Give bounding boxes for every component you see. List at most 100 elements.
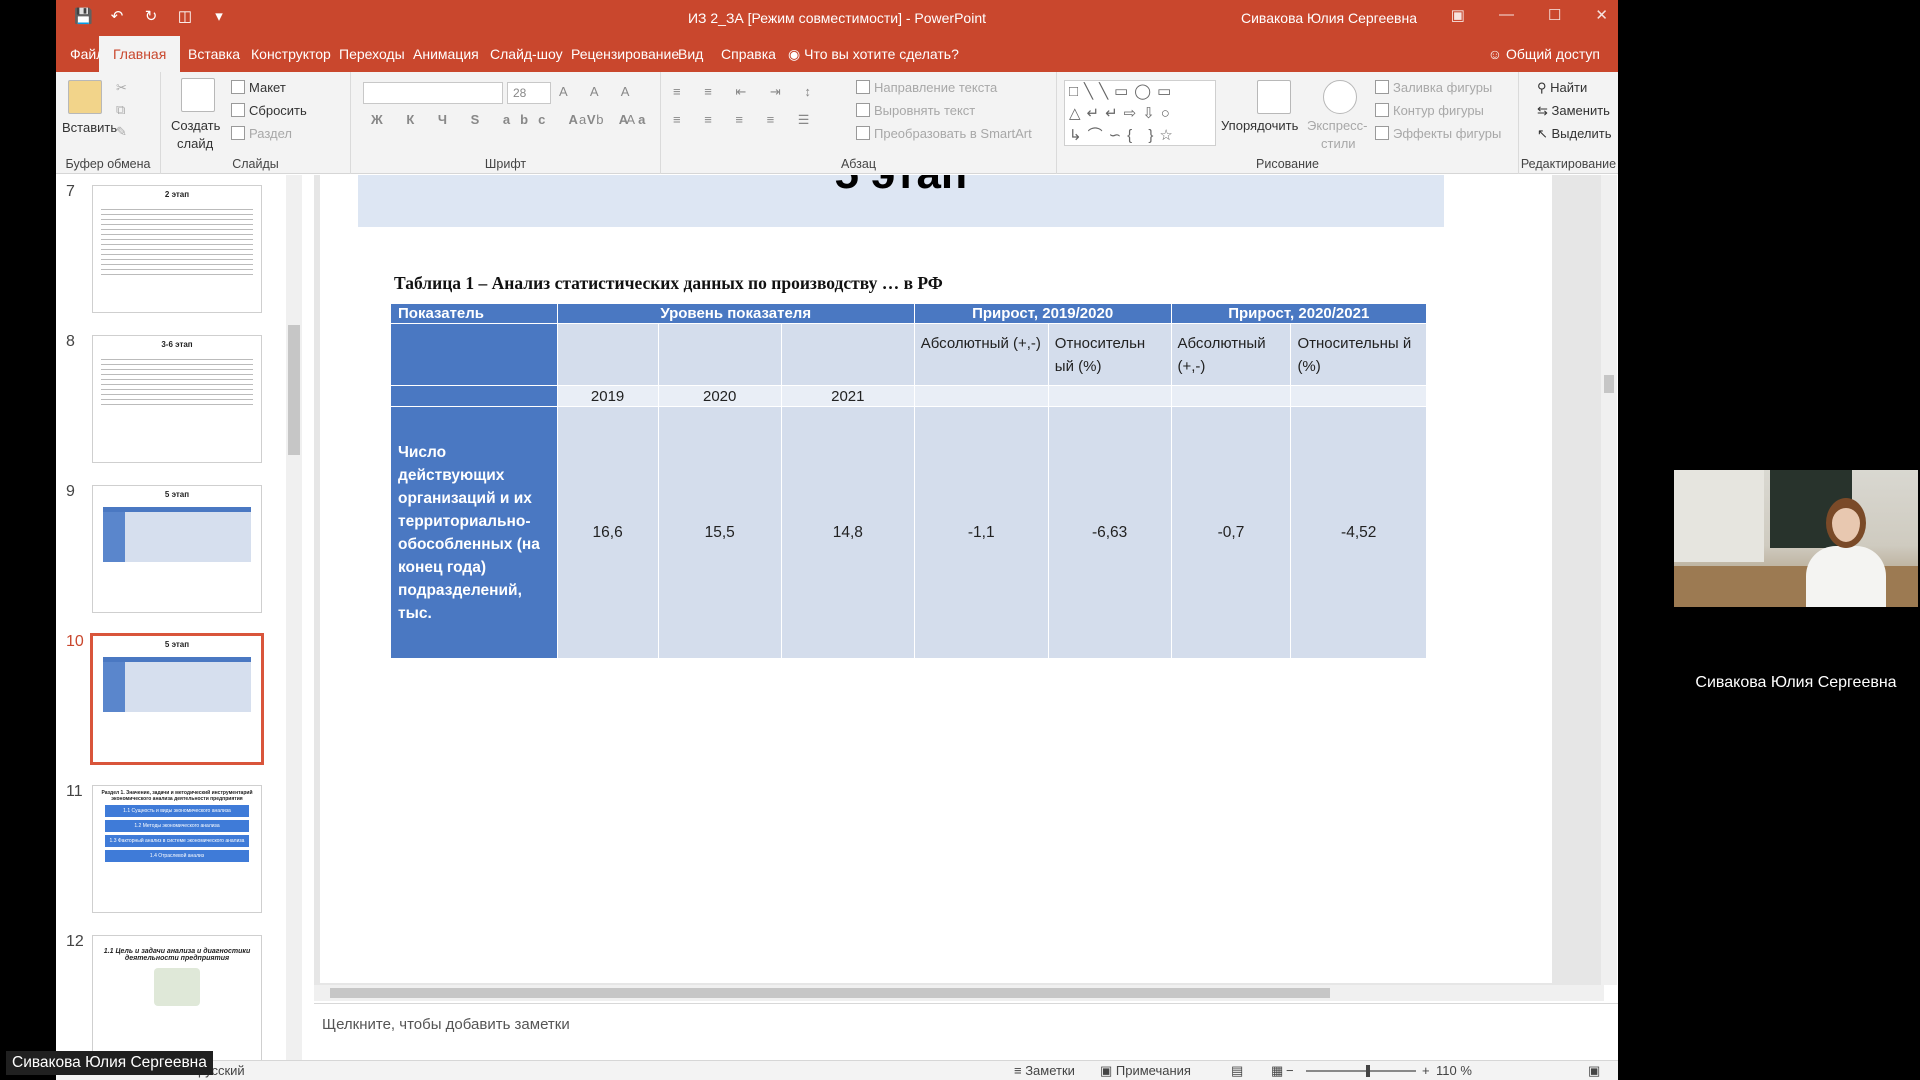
smartart-button[interactable]: Преобразовать в SmartArt <box>856 126 1032 141</box>
row-label[interactable]: Число действующих организаций и их терри… <box>390 406 558 659</box>
tab-home[interactable]: Главная <box>99 36 181 72</box>
zoom-out-icon[interactable]: − <box>1286 1063 1294 1078</box>
value-2021[interactable]: 14,8 <box>780 406 915 659</box>
replace-label: Заменить <box>1551 103 1610 118</box>
subheader-absolute-1[interactable]: Абсолютный (+,-) <box>913 323 1049 386</box>
value-rel-2019-2020[interactable]: -6,63 <box>1047 406 1172 659</box>
thumbnail-preview[interactable]: 2 этап <box>92 185 262 313</box>
quick-styles-line1[interactable]: Экспресс- <box>1307 118 1368 133</box>
header-growth-2020-2021[interactable]: Прирост, 2020/2021 <box>1170 303 1427 324</box>
font-size-input[interactable]: 28 <box>507 82 551 104</box>
header-level[interactable]: Уровень показателя <box>556 303 915 324</box>
list-buttons[interactable]: ≡ ≡ ⇤ ⇥ ↕ <box>673 84 821 100</box>
notes-placeholder[interactable]: Щелкните, чтобы добавить заметки <box>322 1016 570 1033</box>
table-cell[interactable] <box>780 323 915 386</box>
thumbnail-item: 1.3 Факторный анализ в системе экономиче… <box>105 835 249 847</box>
cut-icon[interactable]: ✂ <box>116 80 127 96</box>
font-size-buttons[interactable]: A A A <box>559 84 639 99</box>
value-2019[interactable]: 16,6 <box>556 406 659 659</box>
comments-toggle[interactable]: ▣ Примечания <box>1100 1063 1191 1079</box>
header-indicator[interactable]: Показатель <box>390 303 558 324</box>
notes-toggle[interactable]: ≡ Заметки <box>1014 1063 1075 1078</box>
year-2021[interactable]: 2021 <box>780 385 915 407</box>
table-cell[interactable] <box>913 385 1049 407</box>
subheader-relative-2[interactable]: Относительны й (%) <box>1290 323 1427 386</box>
header-growth-2019-2020[interactable]: Прирост, 2019/2020 <box>913 303 1172 324</box>
value-abs-2019-2020[interactable]: -1,1 <box>913 406 1049 659</box>
thumbnail-number: 11 <box>66 783 83 800</box>
table-cell[interactable] <box>657 323 782 386</box>
statistics-table[interactable]: Показатель Уровень показателя Прирост, 2… <box>390 303 1427 659</box>
value-rel-2020-2021[interactable]: -4,52 <box>1290 406 1427 659</box>
select-button[interactable]: ↖ Выделить <box>1537 126 1612 142</box>
shape-effects-button[interactable]: Эффекты фигуры <box>1375 126 1501 141</box>
editor-vertical-scrollbar[interactable] <box>1601 175 1617 985</box>
zoom-slider[interactable] <box>1306 1065 1416 1077</box>
layout-button[interactable]: Макет <box>231 80 286 95</box>
thumbnails-scrollbar[interactable] <box>286 175 302 1060</box>
year-2020[interactable]: 2020 <box>657 385 782 407</box>
thumbnail-preview[interactable]: Раздел 1. Значение, задачи и методически… <box>92 785 262 913</box>
new-slide-button-line2[interactable]: слайд <box>177 136 213 151</box>
table-cell[interactable] <box>1290 385 1427 407</box>
find-button[interactable]: ⚲ Найти <box>1537 80 1587 96</box>
thumbnail-item: 1.4 Отраслевой анализ <box>105 850 249 862</box>
subheader-relative-1[interactable]: Относительн ый (%) <box>1047 323 1172 386</box>
shape-outline-button[interactable]: Контур фигуры <box>1375 103 1484 118</box>
shape-fill-button[interactable]: Заливка фигуры <box>1375 80 1492 95</box>
new-slide-button-line1[interactable]: Создать <box>171 118 220 133</box>
close-icon[interactable]: ✕ <box>1595 6 1608 24</box>
thumbnails-scroll-thumb[interactable] <box>288 325 300 455</box>
comments-toggle-label: Примечания <box>1115 1063 1191 1078</box>
normal-view-icon[interactable]: ▤ <box>1231 1063 1243 1079</box>
table-cell[interactable] <box>556 323 659 386</box>
maximize-icon[interactable]: ☐ <box>1548 6 1561 24</box>
value-2020[interactable]: 15,5 <box>657 406 782 659</box>
thumbnail-preview[interactable]: 5 этап <box>92 485 262 613</box>
font-name-input[interactable] <box>363 82 503 104</box>
arrange-button[interactable]: Упорядочить <box>1221 118 1298 133</box>
notes-pane[interactable]: Щелкните, чтобы добавить заметки <box>314 1003 1618 1049</box>
editor-horizontal-scrollbar[interactable] <box>314 985 1604 1001</box>
reset-button[interactable]: Сбросить <box>231 103 307 118</box>
share-button[interactable]: ☺ Общий доступ <box>1488 36 1600 72</box>
table-subheader-row: Абсолютный (+,-) Относительн ый (%) Абсо… <box>390 323 1427 386</box>
paste-button[interactable]: Вставить <box>62 120 117 135</box>
slide-title[interactable]: 5 этап <box>358 175 1444 199</box>
tell-me-search[interactable]: ◉ Что вы хотите сделать? <box>774 36 973 72</box>
thumbnail-preview[interactable]: 5 этап <box>90 633 264 765</box>
subheader-absolute-2[interactable]: Абсолютный (+,-) <box>1170 323 1292 386</box>
minimize-icon[interactable]: — <box>1499 6 1514 24</box>
account-name[interactable]: Сивакова Юлия Сергеевна <box>1241 10 1417 26</box>
section-button[interactable]: Раздел <box>231 126 292 141</box>
slide-sorter-icon[interactable]: ▦ <box>1271 1063 1283 1079</box>
font-color-buttons[interactable]: ab A <box>579 112 645 127</box>
table-caption[interactable]: Таблица 1 – Анализ статистических данных… <box>394 273 943 294</box>
table-cell[interactable] <box>390 385 558 407</box>
shapes-gallery[interactable]: □╲╲▭◯▭ △↵↵⇨⇩○ ↳⌒∽{ }☆ <box>1064 80 1216 146</box>
fit-slide-icon[interactable]: ▣ <box>1588 1063 1600 1079</box>
editor-vertical-scroll-thumb[interactable] <box>1604 375 1614 393</box>
thumbnail-title: 2 этап <box>164 190 190 199</box>
value-abs-2020-2021[interactable]: -0,7 <box>1170 406 1292 659</box>
text-direction-button[interactable]: Направление текста <box>856 80 997 95</box>
zoom-level[interactable]: 110 % <box>1436 1063 1472 1078</box>
alignment-buttons[interactable]: ≡ ≡ ≡ ≡ ☰ <box>673 112 819 128</box>
table-cell[interactable] <box>1047 385 1172 407</box>
ribbon-display-icon[interactable]: ▣ <box>1451 6 1465 24</box>
copy-icon[interactable]: ⧉ <box>116 102 125 118</box>
editor-horizontal-scroll-thumb[interactable] <box>330 988 1330 998</box>
replace-button[interactable]: ⇆ Заменить <box>1537 103 1610 119</box>
thumbnail-preview[interactable]: 3-6 этап <box>92 335 262 463</box>
table-cell[interactable] <box>1170 385 1292 407</box>
zoom-in-icon[interactable]: + <box>1422 1063 1430 1078</box>
thumbnail-preview[interactable]: 1.1 Цель и задачи анализа и диагностики … <box>92 935 262 1060</box>
year-2019[interactable]: 2019 <box>556 385 659 407</box>
slide-canvas[interactable]: 5 этап Таблица 1 – Анализ статистических… <box>320 175 1552 983</box>
slide-title-band[interactable]: 5 этап <box>358 175 1444 227</box>
quick-styles-line2[interactable]: стили <box>1321 136 1356 151</box>
table-cell[interactable] <box>390 323 558 386</box>
align-text-button[interactable]: Выровнять текст <box>856 103 975 118</box>
format-painter-icon[interactable]: ✎ <box>116 124 127 140</box>
ribbon-tabs: Файл Главная Вставка Конструктор Переход… <box>56 36 1618 72</box>
